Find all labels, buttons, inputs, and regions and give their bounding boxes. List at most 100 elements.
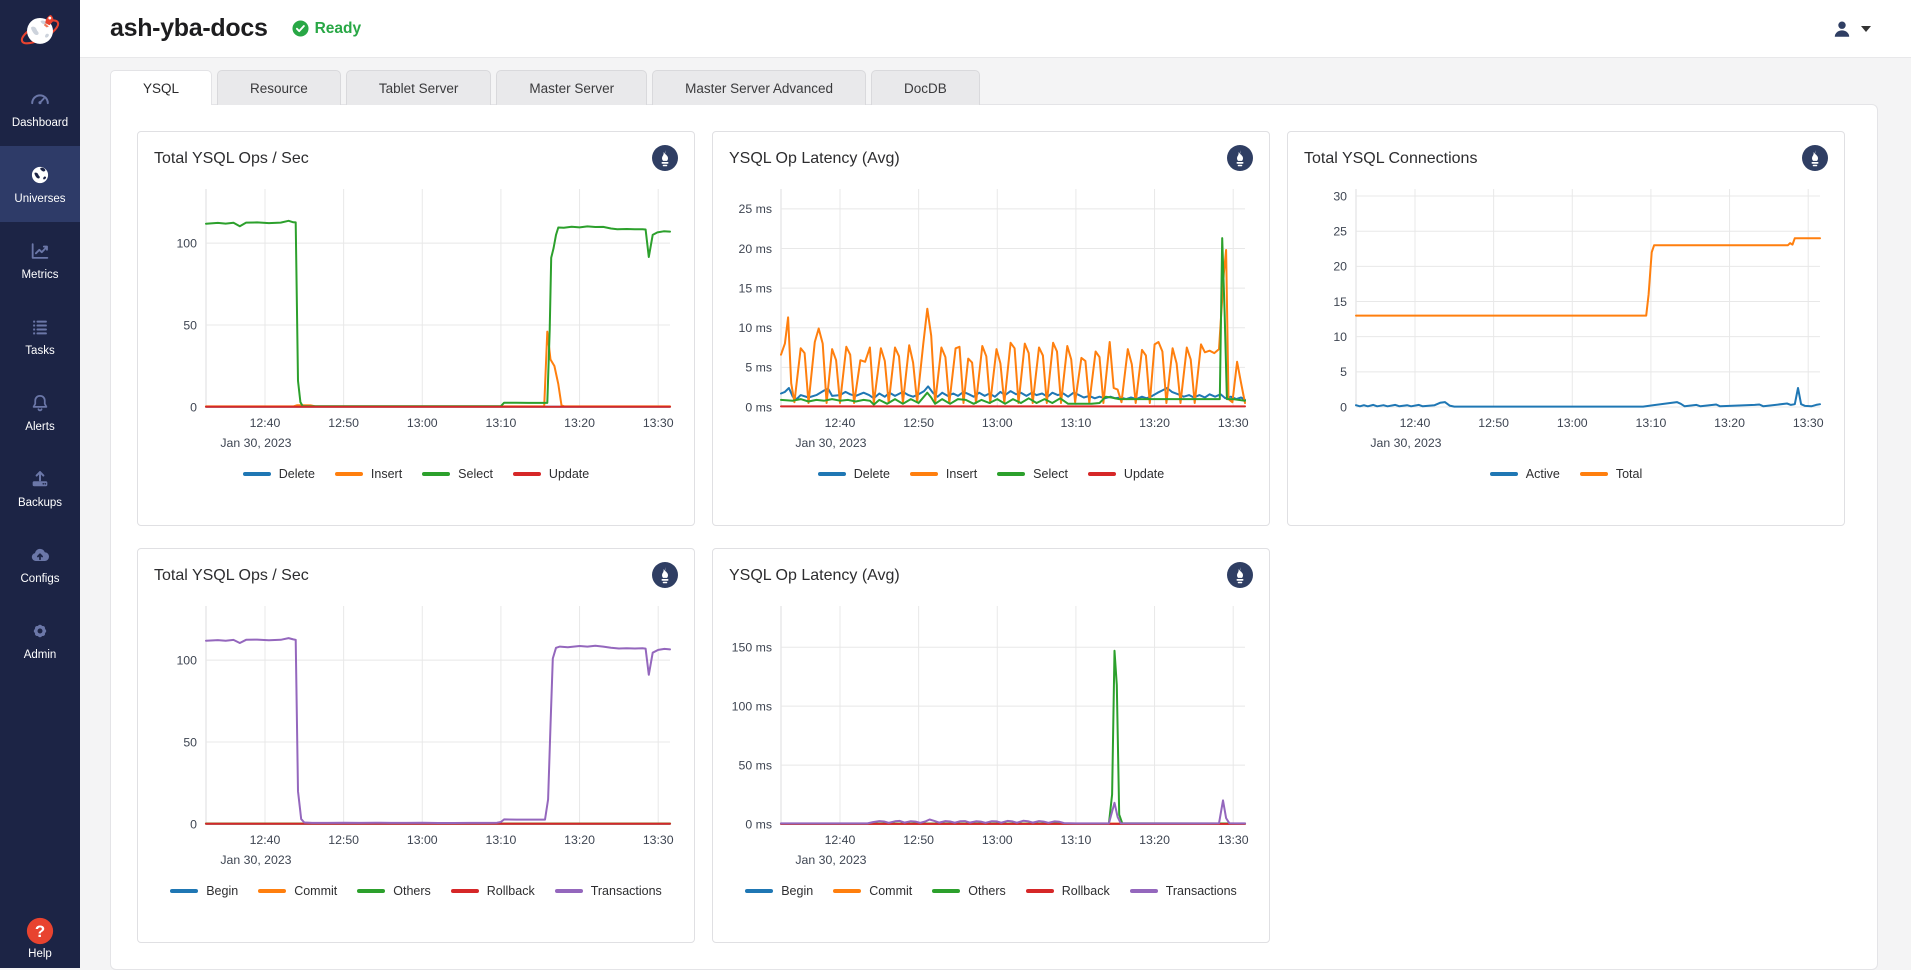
- main-content: YSQLResourceTablet ServerMaster ServerMa…: [110, 70, 1878, 970]
- chart-title: Total YSQL Ops / Sec: [154, 145, 309, 168]
- legend-label: Begin: [206, 884, 238, 898]
- svg-text:12:40: 12:40: [250, 833, 281, 847]
- tab-content-card: Total YSQL Ops / Sec 05010012:4012:5013:…: [110, 104, 1878, 970]
- legend-item-update[interactable]: Update: [1088, 467, 1164, 481]
- legend-item-begin[interactable]: Begin: [745, 884, 813, 898]
- user-menu[interactable]: [1830, 17, 1871, 41]
- legend-item-rollback[interactable]: Rollback: [451, 884, 535, 898]
- universe-title: ash-yba-docs: [110, 14, 268, 43]
- legend-swatch: [422, 472, 450, 476]
- legend-item-others[interactable]: Others: [357, 884, 431, 898]
- tab-ysql[interactable]: YSQL: [110, 70, 212, 105]
- chart-panel-header: Total YSQL Ops / Sec: [154, 145, 678, 181]
- chart-legend: Begin Commit Others Rollback Transaction…: [729, 884, 1253, 898]
- legend-item-rollback[interactable]: Rollback: [1026, 884, 1110, 898]
- svg-text:50: 50: [183, 318, 197, 332]
- sidebar-item-alerts[interactable]: Alerts: [0, 374, 80, 450]
- legend-label: Commit: [869, 884, 912, 898]
- header: ash-yba-docs Ready: [80, 0, 1911, 58]
- legend-item-insert[interactable]: Insert: [335, 467, 402, 481]
- legend-item-delete[interactable]: Delete: [243, 467, 315, 481]
- svg-text:0 ms: 0 ms: [745, 817, 772, 831]
- sidebar-item-configs[interactable]: Configs: [0, 526, 80, 602]
- prometheus-icon[interactable]: [652, 562, 678, 588]
- legend-item-commit[interactable]: Commit: [258, 884, 337, 898]
- legend-swatch: [818, 472, 846, 476]
- legend-swatch: [335, 472, 363, 476]
- legend-item-transactions[interactable]: Transactions: [555, 884, 662, 898]
- legend-item-select[interactable]: Select: [422, 467, 493, 481]
- check-circle-icon: [292, 20, 309, 37]
- alerts-icon: [29, 391, 51, 415]
- prometheus-icon[interactable]: [1227, 562, 1253, 588]
- prometheus-icon[interactable]: [652, 145, 678, 171]
- sidebar-item-help[interactable]: ? Help: [0, 919, 80, 960]
- legend-swatch: [745, 889, 773, 893]
- svg-text:50: 50: [183, 735, 197, 749]
- legend-item-delete[interactable]: Delete: [818, 467, 890, 481]
- svg-text:10 ms: 10 ms: [739, 321, 773, 335]
- backups-icon: [29, 467, 51, 491]
- chart-plot[interactable]: 05101520253012:4012:5013:0013:1013:2013:…: [1304, 181, 1828, 457]
- tab-master-server-advanced[interactable]: Master Server Advanced: [652, 70, 866, 105]
- sidebar-item-dashboard[interactable]: Dashboard: [0, 70, 80, 146]
- legend-item-total[interactable]: Total: [1580, 467, 1642, 481]
- prometheus-icon[interactable]: [1227, 145, 1253, 171]
- legend-label: Select: [1033, 467, 1068, 481]
- legend-item-insert[interactable]: Insert: [910, 467, 977, 481]
- legend-item-begin[interactable]: Begin: [170, 884, 238, 898]
- svg-text:?: ?: [35, 922, 45, 941]
- legend-label: Total: [1616, 467, 1642, 481]
- legend-item-others[interactable]: Others: [932, 884, 1006, 898]
- svg-text:Jan 30, 2023: Jan 30, 2023: [1370, 436, 1441, 450]
- tab-resource[interactable]: Resource: [217, 70, 341, 105]
- legend-swatch: [1580, 472, 1608, 476]
- legend-swatch: [170, 889, 198, 893]
- svg-text:13:20: 13:20: [1714, 416, 1745, 430]
- legend-label: Rollback: [1062, 884, 1110, 898]
- legend-swatch: [997, 472, 1025, 476]
- legend-item-commit[interactable]: Commit: [833, 884, 912, 898]
- svg-text:12:50: 12:50: [903, 416, 934, 430]
- chart-panel: YSQL Op Latency (Avg) 0 ms50 ms100 ms150…: [712, 548, 1270, 943]
- svg-text:10: 10: [1333, 330, 1347, 344]
- svg-text:0: 0: [190, 817, 197, 831]
- status-label: Ready: [315, 20, 362, 38]
- legend-swatch: [357, 889, 385, 893]
- legend-swatch: [1490, 472, 1518, 476]
- tab-tablet-server[interactable]: Tablet Server: [346, 70, 492, 105]
- yugabyte-logo[interactable]: [0, 0, 80, 58]
- legend-item-select[interactable]: Select: [997, 467, 1068, 481]
- sidebar-item-label: Dashboard: [12, 117, 68, 129]
- legend-item-update[interactable]: Update: [513, 467, 589, 481]
- chart-panel-header: Total YSQL Ops / Sec: [154, 562, 678, 598]
- sidebar-item-backups[interactable]: Backups: [0, 450, 80, 526]
- tab-bar: YSQLResourceTablet ServerMaster ServerMa…: [110, 70, 1878, 105]
- legend-item-active[interactable]: Active: [1490, 467, 1560, 481]
- caret-down-icon: [1861, 26, 1871, 32]
- svg-text:13:00: 13:00: [982, 833, 1013, 847]
- tab-docdb[interactable]: DocDB: [871, 70, 980, 105]
- chart-plot[interactable]: 05010012:4012:5013:0013:1013:2013:30Jan …: [154, 598, 678, 874]
- svg-text:13:00: 13:00: [982, 416, 1013, 430]
- svg-text:13:30: 13:30: [1793, 416, 1824, 430]
- chart-plot[interactable]: 0 ms50 ms100 ms150 ms12:4012:5013:0013:1…: [729, 598, 1253, 874]
- sidebar-item-admin[interactable]: Admin: [0, 602, 80, 678]
- legend-swatch: [258, 889, 286, 893]
- legend-swatch: [833, 889, 861, 893]
- tasks-icon: [29, 315, 51, 339]
- svg-text:12:50: 12:50: [903, 833, 934, 847]
- tab-master-server[interactable]: Master Server: [496, 70, 647, 105]
- chart-plot[interactable]: 05010012:4012:5013:0013:1013:2013:30Jan …: [154, 181, 678, 457]
- legend-item-transactions[interactable]: Transactions: [1130, 884, 1237, 898]
- svg-text:15: 15: [1333, 295, 1347, 309]
- sidebar-item-tasks[interactable]: Tasks: [0, 298, 80, 374]
- chart-legend: Begin Commit Others Rollback Transaction…: [154, 884, 678, 898]
- svg-text:20 ms: 20 ms: [739, 242, 773, 256]
- prometheus-icon[interactable]: [1802, 145, 1828, 171]
- sidebar-item-universes[interactable]: Universes: [0, 146, 80, 222]
- svg-text:13:10: 13:10: [486, 416, 517, 430]
- chart-plot[interactable]: 0 ms5 ms10 ms15 ms20 ms25 ms12:4012:5013…: [729, 181, 1253, 457]
- sidebar-item-metrics[interactable]: Metrics: [0, 222, 80, 298]
- chart-title: YSQL Op Latency (Avg): [729, 562, 900, 585]
